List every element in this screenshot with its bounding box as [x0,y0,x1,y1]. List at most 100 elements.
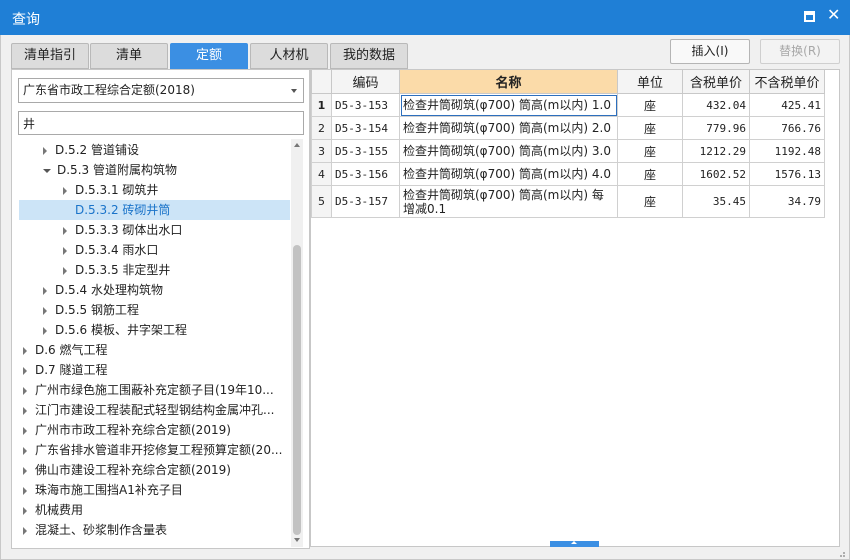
collapsed-arrow-icon[interactable] [23,486,27,495]
tree-item[interactable]: 广州市绿色施工围蔽补充定额子目(19年10... [19,380,290,400]
column-header-price-without-tax[interactable]: 不含税单价 [749,69,825,94]
cell-price-without-tax[interactable]: 766.76 [749,116,825,140]
collapsed-arrow-icon[interactable] [23,506,27,515]
tree-item[interactable]: 广州市市政工程补充综合定额(2019) [19,420,290,440]
column-header-code[interactable]: 编码 [331,69,400,94]
table-row[interactable]: 1 D5-3-153 检查井筒砌筑(φ700) 筒高(m以内) 1.0 座 43… [311,93,825,117]
maximize-icon[interactable] [804,11,815,22]
tree-item-label: 混凝土、砂浆制作含量表 [35,523,168,537]
tree-item[interactable]: D.5.3 管道附属构筑物 [19,160,290,180]
table-row[interactable]: 4 D5-3-156 检查井筒砌筑(φ700) 筒高(m以内) 4.0 座 16… [311,162,825,186]
scroll-up-icon[interactable] [294,143,300,147]
cell-price-without-tax[interactable]: 1192.48 [749,139,825,163]
column-header-unit[interactable]: 单位 [617,69,683,94]
close-icon[interactable]: ✕ [827,7,841,23]
tree-item[interactable]: 机械费用 [19,500,290,520]
tab-my-data[interactable]: 我的数据 [330,43,408,69]
tab-bill[interactable]: 清单 [90,43,168,69]
replace-button[interactable]: 替换(R) [760,39,840,64]
scrollbar-thumb[interactable] [293,245,301,535]
tree-item[interactable]: 广东省排水管道非开挖修复工程预算定额(20... [19,440,290,460]
collapsed-arrow-icon[interactable] [63,266,67,275]
row-number: 2 [311,116,332,140]
collapsed-arrow-icon[interactable] [63,246,67,255]
tree-item[interactable]: D.5.3.1 砌筑井 [19,180,290,200]
cell-unit[interactable]: 座 [617,116,683,140]
tree-item[interactable]: 江门市建设工程装配式轻型钢结构金属冲孔... [19,400,290,420]
tree-item[interactable]: D.7 隧道工程 [19,360,290,380]
collapsed-arrow-icon[interactable] [43,286,47,295]
tree-item[interactable]: D.5.6 模板、井字架工程 [19,320,290,340]
cell-price-without-tax[interactable]: 34.79 [749,185,825,218]
scroll-down-icon[interactable] [294,538,300,542]
cell-price-with-tax[interactable]: 779.96 [682,116,750,140]
tree-item[interactable]: D.6 燃气工程 [19,340,290,360]
cell-price-with-tax[interactable]: 1212.29 [682,139,750,163]
cell-unit[interactable]: 座 [617,162,683,186]
cell-price-with-tax[interactable]: 1602.52 [682,162,750,186]
collapsed-arrow-icon[interactable] [23,426,27,435]
title-bar: 查询 ✕ [0,0,850,35]
cell-code[interactable]: D5-3-153 [331,93,400,117]
collapsed-arrow-icon[interactable] [23,526,27,535]
column-header-price-with-tax[interactable]: 含税单价 [682,69,750,94]
cell-unit[interactable]: 座 [617,93,683,117]
tree-item-label: 佛山市建设工程补充综合定额(2019) [35,463,231,477]
tree-item-label: 广东省排水管道非开挖修复工程预算定额(20... [35,443,283,457]
table-header-row: 编码 名称 单位 含税单价 不含税单价 [311,69,825,94]
tree-item[interactable]: D.5.2 管道铺设 [19,140,290,160]
cell-price-with-tax[interactable]: 35.45 [682,185,750,218]
table-row[interactable]: 3 D5-3-155 检查井筒砌筑(φ700) 筒高(m以内) 3.0 座 12… [311,139,825,163]
cell-code[interactable]: D5-3-156 [331,162,400,186]
collapsed-arrow-icon[interactable] [23,386,27,395]
cell-unit[interactable]: 座 [617,139,683,163]
tree-item[interactable]: 佛山市建设工程补充综合定额(2019) [19,460,290,480]
collapsed-arrow-icon[interactable] [63,226,67,235]
cell-name[interactable]: 检查井筒砌筑(φ700) 筒高(m以内) 2.0 [399,116,618,140]
tree-scrollbar[interactable] [291,139,303,547]
tab-quota[interactable]: 定额 [170,43,248,69]
cell-price-without-tax[interactable]: 425.41 [749,93,825,117]
search-input[interactable] [18,111,304,135]
collapsed-arrow-icon[interactable] [43,306,47,315]
column-header-name[interactable]: 名称 [399,69,618,94]
table-row[interactable]: 5 D5-3-157 检查井筒砌筑(φ700) 筒高(m以内) 每增减0.1 座… [311,185,825,218]
tree-item-label: 江门市建设工程装配式轻型钢结构金属冲孔... [35,403,275,417]
tree-item-label: D.5.2 管道铺设 [55,143,139,157]
collapsed-arrow-icon[interactable] [23,466,27,475]
cell-name[interactable]: 检查井筒砌筑(φ700) 筒高(m以内) 每增减0.1 [399,185,618,218]
resize-grip-icon[interactable] [836,548,846,558]
panel-collapse-handle[interactable] [550,541,599,547]
cell-name[interactable]: 检查井筒砌筑(φ700) 筒高(m以内) 4.0 [399,162,618,186]
cell-name[interactable]: 检查井筒砌筑(φ700) 筒高(m以内) 1.0 [399,93,618,117]
tree-item[interactable]: D.5.3.4 雨水口 [19,240,290,260]
insert-button[interactable]: 插入(I) [670,39,750,64]
tree-item[interactable]: D.5.4 水处理构筑物 [19,280,290,300]
tree-item[interactable]: D.5.5 钢筋工程 [19,300,290,320]
collapsed-arrow-icon[interactable] [43,146,47,155]
cell-unit[interactable]: 座 [617,185,683,218]
tab-labor-material-machine[interactable]: 人材机 [250,43,328,69]
tree-item[interactable]: D.5.3.5 非定型井 [19,260,290,280]
tree-item[interactable]: D.5.3.2 砖砌井筒 [19,200,290,220]
table-row[interactable]: 2 D5-3-154 检查井筒砌筑(φ700) 筒高(m以内) 2.0 座 77… [311,116,825,140]
library-select[interactable]: 广东省市政工程综合定额(2018) [18,78,304,103]
cell-price-with-tax[interactable]: 432.04 [682,93,750,117]
collapsed-arrow-icon[interactable] [23,366,27,375]
collapsed-arrow-icon[interactable] [63,186,67,195]
cell-code[interactable]: D5-3-155 [331,139,400,163]
cell-code[interactable]: D5-3-154 [331,116,400,140]
cell-name[interactable]: 检查井筒砌筑(φ700) 筒高(m以内) 3.0 [399,139,618,163]
collapsed-arrow-icon[interactable] [43,326,47,335]
collapsed-arrow-icon[interactable] [23,446,27,455]
tree-item[interactable]: 珠海市施工围挡A1补充子目 [19,480,290,500]
tab-bill-guide[interactable]: 清单指引 [11,43,89,69]
cell-price-without-tax[interactable]: 1576.13 [749,162,825,186]
cell-code[interactable]: D5-3-157 [331,185,400,218]
chevron-down-icon[interactable] [291,89,297,93]
tree-item[interactable]: D.5.3.3 砌体出水口 [19,220,290,240]
tree-item[interactable]: 混凝土、砂浆制作含量表 [19,520,290,540]
collapsed-arrow-icon[interactable] [23,346,27,355]
collapsed-arrow-icon[interactable] [23,406,27,415]
expanded-arrow-icon[interactable] [43,168,51,173]
